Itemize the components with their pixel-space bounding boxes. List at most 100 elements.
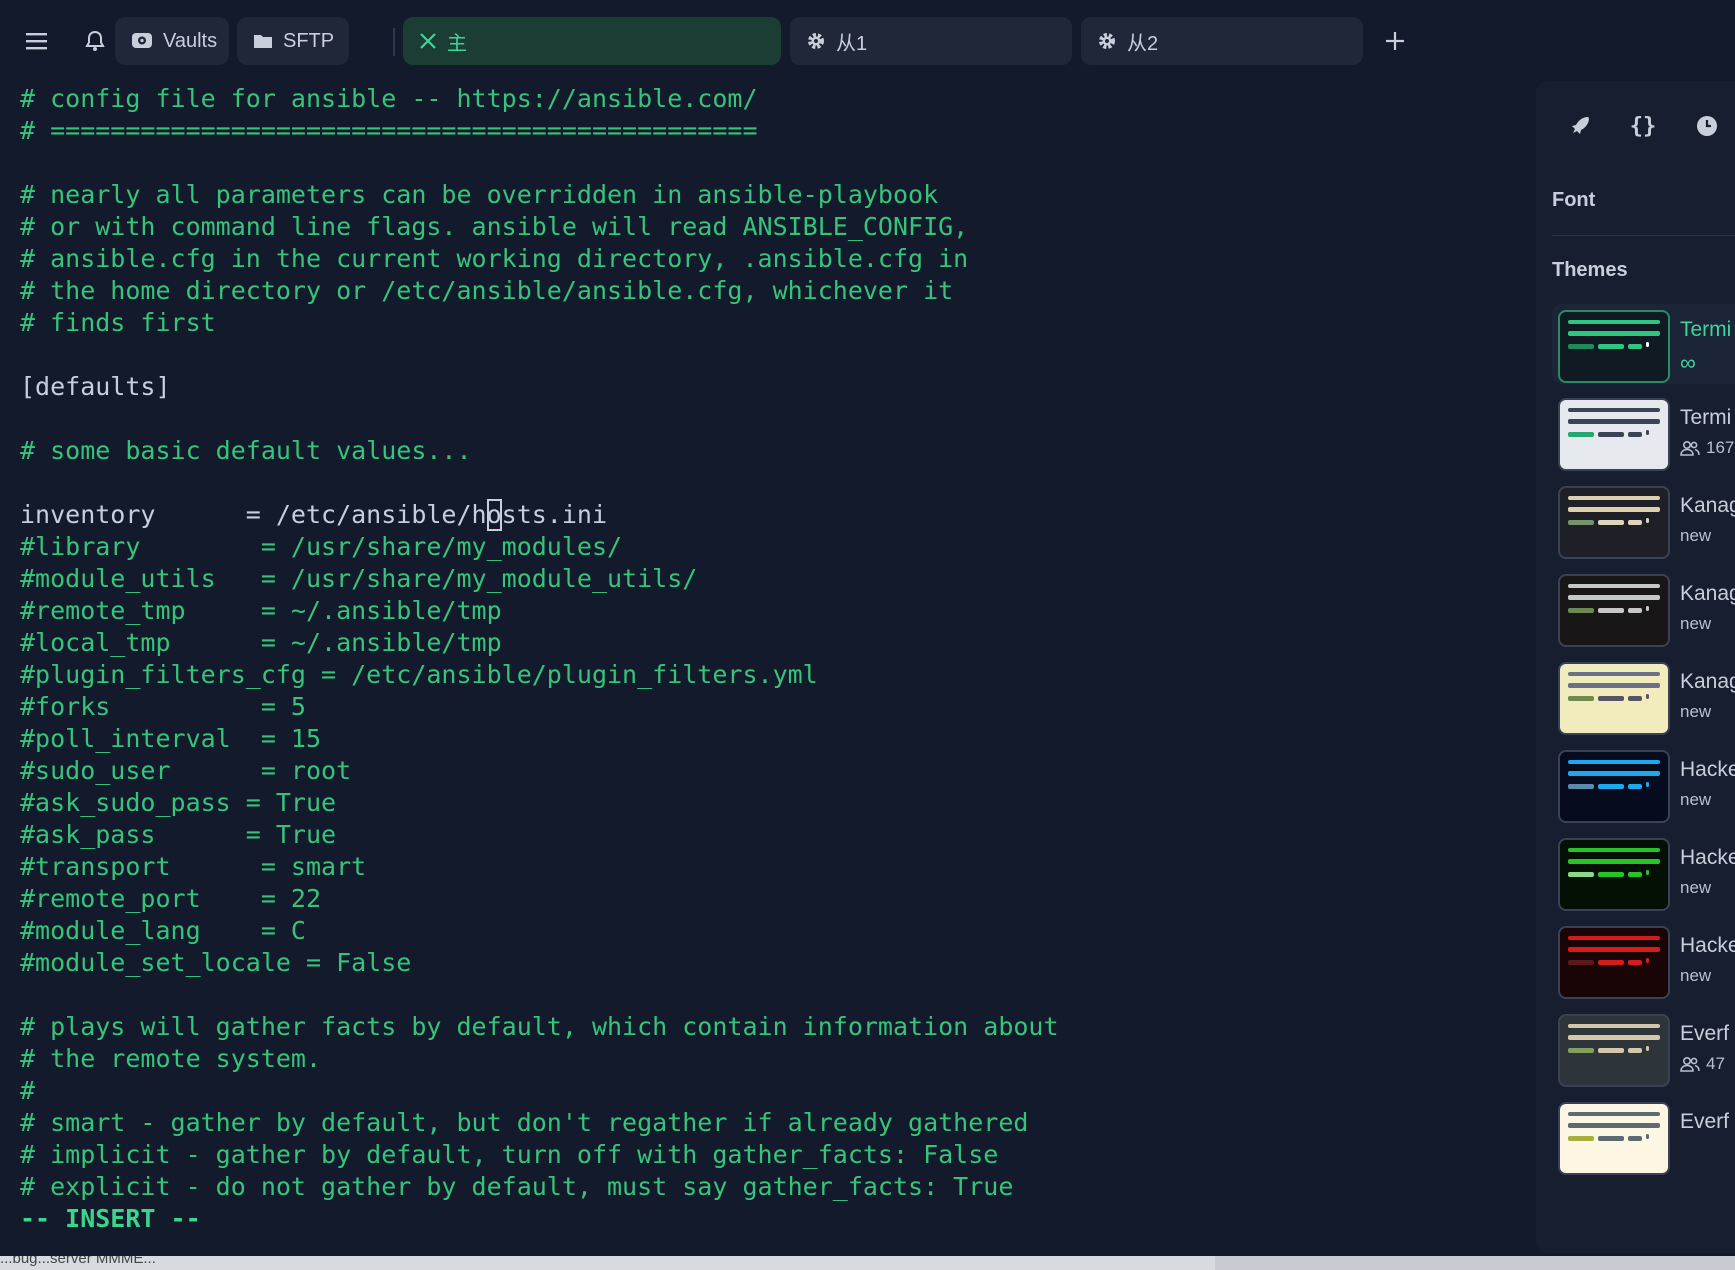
theme-item[interactable]: Kanag new	[1552, 480, 1735, 560]
preview-bar	[1598, 1136, 1624, 1141]
terminal-line: # plays will gather facts by default, wh…	[20, 1012, 1059, 1041]
bell-icon[interactable]	[75, 21, 115, 61]
theme-name: Termi	[1680, 318, 1732, 341]
terminal-line: #module_lang = C	[20, 916, 306, 945]
theme-preview-thumbnail	[1558, 1102, 1670, 1175]
theme-preview-thumbnail	[1558, 486, 1670, 559]
terminal-output[interactable]: # config file for ansible -- https://ans…	[20, 83, 1520, 1235]
theme-preview-thumbnail	[1558, 926, 1670, 999]
theme-item[interactable]: Termi 167	[1552, 392, 1735, 472]
terminal-line: # the home directory or /etc/ansible/ans…	[20, 276, 954, 305]
tab-label: 从2	[1127, 32, 1159, 55]
theme-item[interactable]: Everf	[1552, 1096, 1735, 1176]
theme-item[interactable]: Termi ∞	[1552, 304, 1735, 384]
text-cursor: o	[486, 499, 502, 531]
tab-bar: Vaults SFTP 主 从1 从2	[3, 3, 1735, 67]
preview-bar	[1598, 784, 1624, 789]
tab-main-active[interactable]: 主	[403, 17, 781, 65]
gear-icon	[806, 31, 826, 51]
terminal-line: inventory = /etc/ansible/hosts.ini	[20, 499, 608, 531]
preview-bar	[1646, 518, 1649, 523]
tab-slave-2[interactable]: 从2	[1081, 17, 1363, 65]
menu-icon[interactable]	[17, 21, 57, 61]
theme-meta-text: 167	[1706, 438, 1735, 457]
terminal-line: #poll_interval = 15	[20, 724, 322, 753]
background-window-strip: ...bug...server MMME...	[0, 1256, 1735, 1270]
theme-item[interactable]: Kanag new	[1552, 568, 1735, 648]
theme-name: Hacke	[1680, 758, 1735, 781]
clock-icon[interactable]	[1686, 105, 1728, 147]
theme-item[interactable]: Hacke new	[1552, 832, 1735, 912]
preview-bar	[1568, 848, 1660, 852]
preview-bar	[1628, 608, 1642, 613]
braces-icon[interactable]: {}	[1622, 105, 1664, 147]
close-icon[interactable]	[419, 32, 437, 50]
terminal-line: #remote_port = 22	[20, 884, 322, 913]
preview-bar	[1568, 408, 1660, 412]
terminal-line: [defaults]	[20, 372, 171, 401]
preview-bar	[1568, 1035, 1660, 1040]
preview-bar	[1628, 1136, 1642, 1141]
users-icon	[1680, 440, 1700, 456]
theme-meta: new	[1680, 614, 1711, 634]
preview-bar	[1568, 595, 1660, 600]
terminal-line: #sudo_user = root	[20, 756, 352, 785]
tab-slave-1[interactable]: 从1	[790, 17, 1072, 65]
preview-bar	[1568, 1136, 1594, 1141]
terminal-line: #transport = smart	[20, 852, 367, 881]
vim-mode-indicator: -- INSERT --	[20, 1204, 201, 1233]
theme-preview-thumbnail	[1558, 574, 1670, 647]
add-tab-button[interactable]	[1375, 21, 1415, 61]
preview-bar	[1568, 520, 1594, 525]
theme-name: Kanag	[1680, 582, 1735, 605]
theme-preview-thumbnail	[1558, 838, 1670, 911]
tab-label: 主	[447, 32, 467, 55]
tab-label: SFTP	[283, 29, 335, 52]
preview-bar	[1568, 960, 1594, 965]
preview-bar	[1568, 947, 1660, 952]
tab-vaults[interactable]: Vaults	[115, 17, 229, 65]
preview-bar	[1646, 342, 1649, 347]
theme-item[interactable]: Hacke new	[1552, 920, 1735, 1000]
preview-bar	[1568, 344, 1594, 349]
preview-bar	[1598, 696, 1624, 701]
preview-bar	[1598, 608, 1624, 613]
preview-bar	[1646, 694, 1649, 699]
preview-bar	[1628, 960, 1642, 965]
theme-name: Everf	[1680, 1110, 1730, 1133]
vault-icon	[131, 31, 153, 51]
preview-bar	[1568, 331, 1660, 336]
terminal-line: #	[20, 1076, 36, 1105]
preview-bar	[1646, 958, 1649, 963]
theme-name: Everf	[1680, 1022, 1730, 1045]
preview-bar	[1646, 430, 1649, 435]
preview-bar	[1646, 782, 1649, 787]
terminal-line: #module_set_locale = False	[20, 948, 412, 977]
theme-item[interactable]: Everf 47	[1552, 1008, 1735, 1088]
theme-meta: new	[1680, 790, 1711, 810]
preview-bar	[1568, 507, 1660, 512]
theme-name: Kanag	[1680, 494, 1735, 517]
terminal-line: #forks = 5	[20, 692, 306, 721]
theme-item[interactable]: Hacke new	[1552, 744, 1735, 824]
preview-bar	[1628, 344, 1642, 349]
rocket-icon[interactable]	[1558, 105, 1600, 147]
preview-bar	[1568, 859, 1660, 864]
preview-bar	[1628, 872, 1642, 877]
preview-bar	[1646, 1134, 1649, 1139]
preview-bar	[1628, 432, 1642, 437]
terminal-line: # explicit - do not gather by default, m…	[20, 1172, 1014, 1201]
preview-bar	[1568, 683, 1660, 688]
theme-meta-text: new	[1680, 790, 1712, 809]
terminal-line: # ansible.cfg in the current working dir…	[20, 244, 969, 273]
tab-sftp[interactable]: SFTP	[237, 17, 349, 65]
theme-item[interactable]: Kanag new	[1552, 656, 1735, 736]
preview-bar	[1598, 520, 1624, 525]
preview-bar	[1568, 672, 1660, 676]
preview-bar	[1598, 960, 1624, 965]
font-heading[interactable]: Font	[1552, 189, 1595, 212]
preview-bar	[1628, 784, 1642, 789]
